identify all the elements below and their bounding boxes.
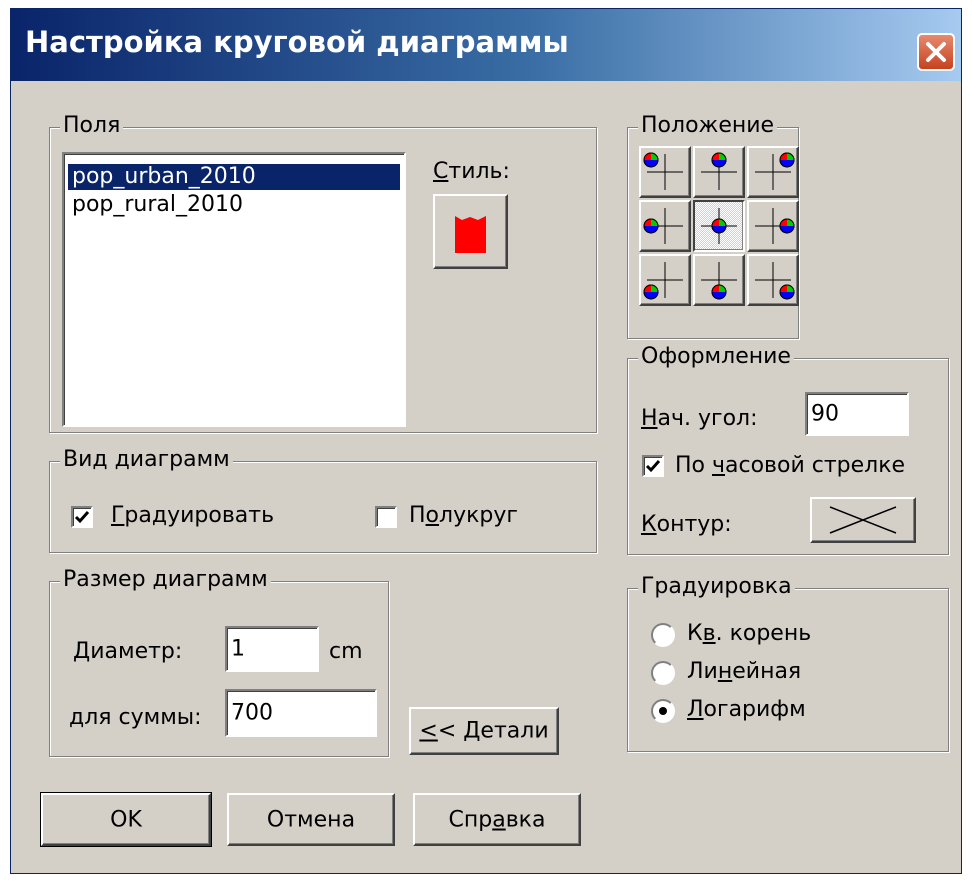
radio-sqrt[interactable] <box>651 623 675 647</box>
diameter-unit: cm <box>329 639 363 664</box>
semicircle-label: Полукруг <box>409 503 518 528</box>
pie-position-icon <box>643 152 683 190</box>
position-legend: Положение <box>638 113 778 139</box>
radio-dot <box>659 707 667 715</box>
ok-button-frame: OK <box>40 792 212 847</box>
title-bar[interactable]: Настройка круговой диаграммы <box>11 9 961 81</box>
window-title: Настройка круговой диаграммы <box>25 25 569 59</box>
checkmark-icon <box>645 460 661 473</box>
radio-sqrt-label: Кв. корень <box>687 621 812 646</box>
close-button[interactable] <box>917 33 955 71</box>
clockwise-label: По часовой стрелке <box>675 453 906 478</box>
style-button[interactable] <box>433 194 508 269</box>
help-button[interactable]: Справка <box>413 793 581 846</box>
clockwise-checkbox[interactable] <box>642 455 664 477</box>
fields-legend: Поля <box>60 113 124 139</box>
graduate-label: Градуировать <box>111 503 275 528</box>
diameter-input[interactable]: 1 <box>225 626 319 672</box>
position-top-left-button[interactable] <box>639 146 691 198</box>
details-button[interactable]: << Детали <box>409 707 559 755</box>
list-item[interactable]: pop_rural_2010 <box>68 192 400 218</box>
graduate-checkbox[interactable] <box>71 506 93 528</box>
dialog-window: Настройка круговой диаграммы Поля pop_ur… <box>10 8 962 874</box>
pie-position-icon <box>755 152 795 190</box>
pie-position-icon <box>701 262 737 300</box>
position-middle-left-button[interactable] <box>639 200 691 252</box>
pie-position-icon <box>701 152 737 190</box>
position-top-center-button[interactable] <box>693 146 745 198</box>
fields-listbox[interactable]: pop_urban_2010 pop_rural_2010 <box>62 152 406 427</box>
radio-linear-label: Линейная <box>687 659 802 684</box>
diagram-view-legend: Вид диаграмм <box>60 447 233 473</box>
position-middle-right-button[interactable] <box>747 200 799 252</box>
checkmark-icon <box>74 511 90 524</box>
pie-position-icon <box>643 208 683 244</box>
sum-input[interactable]: 700 <box>225 689 377 737</box>
contour-label: Контур: <box>641 512 732 537</box>
cancel-button[interactable]: Отмена <box>227 793 395 846</box>
contour-button[interactable] <box>810 497 916 543</box>
graduation-legend: Градуировка <box>638 574 795 600</box>
semicircle-checkbox[interactable] <box>375 506 397 528</box>
radio-linear[interactable] <box>651 661 675 685</box>
start-angle-input[interactable]: 90 <box>805 392 909 436</box>
position-bottom-right-button[interactable] <box>747 254 799 306</box>
design-legend: Оформление <box>638 344 794 370</box>
radio-log[interactable] <box>651 699 675 723</box>
list-item[interactable]: pop_urban_2010 <box>68 164 400 190</box>
size-legend: Размер диаграмм <box>60 567 271 593</box>
style-label: Стиль: <box>433 159 510 184</box>
pie-position-icon <box>701 208 737 244</box>
diameter-label: Диаметр: <box>73 639 183 664</box>
close-icon <box>926 42 946 62</box>
radio-log-label: Логарифм <box>687 697 806 722</box>
no-contour-icon <box>829 506 897 534</box>
sum-label: для суммы: <box>69 705 202 730</box>
pie-position-icon <box>755 262 795 300</box>
position-top-right-button[interactable] <box>747 146 799 198</box>
position-center-button[interactable] <box>693 200 745 252</box>
start-angle-label: Нач. угол: <box>641 406 758 431</box>
position-bottom-center-button[interactable] <box>693 254 745 306</box>
position-bottom-left-button[interactable] <box>639 254 691 306</box>
fill-style-icon <box>455 216 486 253</box>
pie-position-icon <box>755 208 795 244</box>
pie-position-icon <box>643 262 683 300</box>
ok-button[interactable]: OK <box>41 793 211 846</box>
